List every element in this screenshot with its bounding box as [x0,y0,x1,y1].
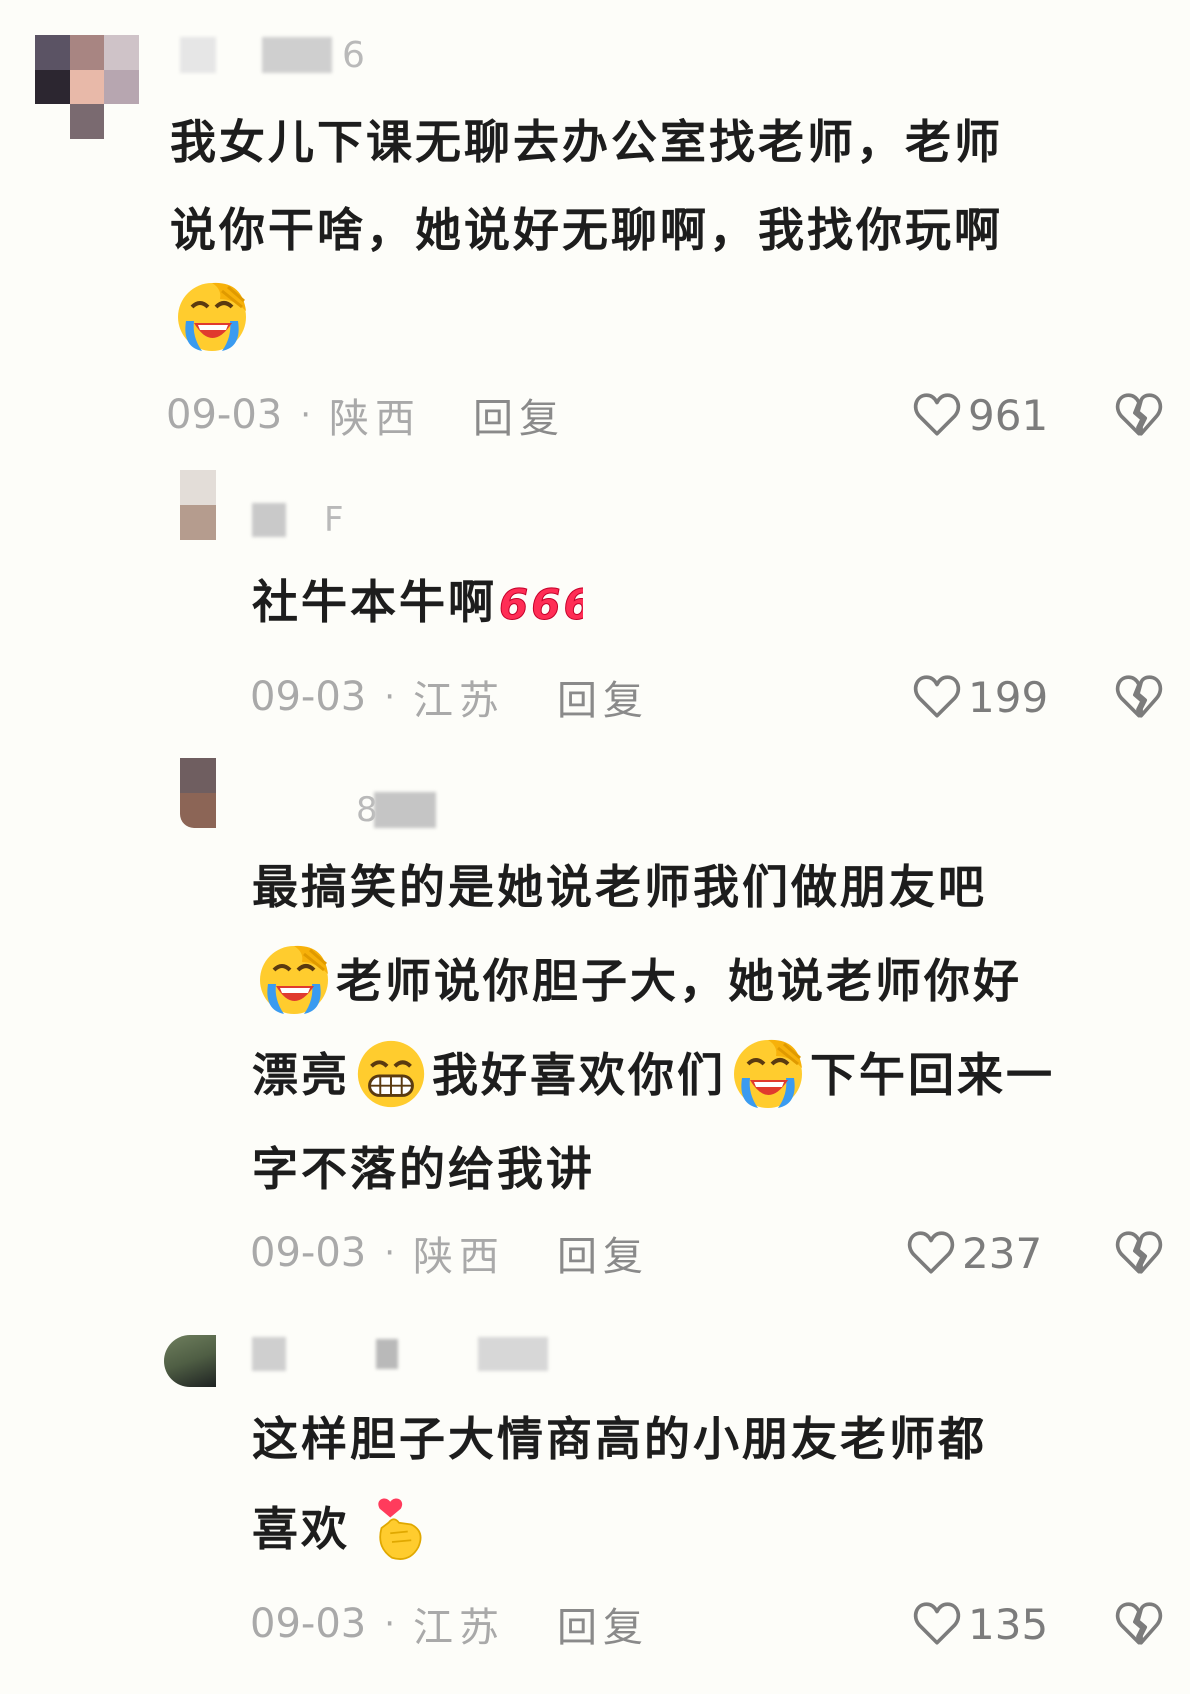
username-redacted [262,37,332,73]
broken-heart-icon [1114,672,1164,722]
username[interactable]: 8 [356,790,436,830]
username-tail: F [324,500,344,540]
comment-line: 字不落的给我讲 [252,1142,595,1196]
comment-text: 这样胆子大情商高的小朋友老师都 喜欢 [252,1394,987,1574]
comment-region: 陕西 [329,396,422,442]
like-count: 237 [962,1228,1043,1278]
username[interactable]: 6 [180,34,365,76]
laugh-cry-emoji [728,1034,808,1114]
username-redacted [252,503,286,537]
comment-line: 我好喜欢你们 [432,1048,726,1102]
comment-meta: 09-03 · 江苏 回复 [250,667,649,727]
comment-meta: 09-03 · 陕西 回复 [250,1223,649,1283]
username-tail: 6 [342,34,365,76]
comment-date: 09-03 [166,392,283,438]
reply-button[interactable]: 回复 [557,668,649,726]
comment-line: 这样胆子大情商高的小朋友老师都 [252,1412,987,1466]
username[interactable] [252,1336,548,1372]
grin-emoji [352,1035,430,1113]
username-redacted [252,1337,286,1371]
like-button[interactable]: 199 [912,667,1048,727]
avatar[interactable] [180,758,216,828]
comment-line: 喜欢 [252,1502,350,1556]
username-redacted [478,1337,548,1371]
comment-date: 09-03 [250,1601,367,1647]
avatar[interactable] [164,1335,216,1387]
like-button[interactable]: 961 [912,385,1048,445]
comment-line: 说你干啥，她说好无聊啊，我找你玩啊 [170,203,1003,257]
heart-outline-icon [906,1228,956,1278]
dislike-button[interactable] [1114,390,1164,440]
comment-line: 下午回来一 [810,1048,1055,1102]
username-redacted [373,792,436,828]
broken-heart-icon [1114,1599,1164,1649]
comment-text: 最搞笑的是她说老师我们做朋友吧 老师说你胆子大，她说老师你好 漂亮 我好喜欢你们 下… [252,840,1055,1216]
like-button[interactable]: 135 [912,1594,1048,1654]
username-redacted [180,37,216,73]
finger-heart-emoji [364,1488,434,1568]
dislike-button[interactable] [1114,1228,1164,1278]
comment-line: 最搞笑的是她说老师我们做朋友吧 [252,860,987,914]
comment-meta: 09-03 · 陕西 回复 [166,385,565,445]
comment-text: 我女儿下课无聊去办公室找老师，老师 说你干啥，她说好无聊啊，我找你玩啊 [170,98,1003,362]
comment-date: 09-03 [250,674,367,720]
username-redacted [376,1339,398,1369]
reply-button[interactable]: 回复 [557,1595,649,1653]
reply-button[interactable]: 回复 [473,386,565,444]
sticker-text: 666 [499,580,583,629]
comment-meta: 09-03 · 江苏 回复 [250,1594,649,1654]
like-count: 135 [968,1599,1049,1649]
laugh-cry-emoji [254,940,334,1020]
666-sticker: 666 [499,579,584,629]
dislike-button[interactable] [1114,1599,1164,1649]
avatar[interactable] [35,35,139,139]
comment-line: 老师说你胆子大，她说老师你好 [336,954,1022,1008]
comment-text: 社牛本牛啊666 [252,558,583,646]
heart-outline-icon [912,1599,962,1649]
comment-region: 江苏 [413,678,506,724]
broken-heart-icon [1114,390,1164,440]
comment-line: 我女儿下课无聊去办公室找老师，老师 [170,115,1003,169]
like-count: 199 [968,672,1049,722]
comment-line: 漂亮 [252,1048,350,1102]
like-button[interactable]: 237 [906,1223,1042,1283]
comment-region: 陕西 [413,1234,506,1280]
laugh-cry-emoji [172,277,252,357]
username[interactable]: F [252,500,344,540]
dislike-button[interactable] [1114,672,1164,722]
comment-line: 社牛本牛啊 [252,575,497,629]
avatar[interactable] [180,470,216,540]
comment-region: 江苏 [413,1605,506,1651]
broken-heart-icon [1114,1228,1164,1278]
comment-date: 09-03 [250,1230,367,1276]
heart-outline-icon [912,672,962,722]
heart-outline-icon [912,390,962,440]
reply-button[interactable]: 回复 [557,1224,649,1282]
like-count: 961 [968,390,1049,440]
